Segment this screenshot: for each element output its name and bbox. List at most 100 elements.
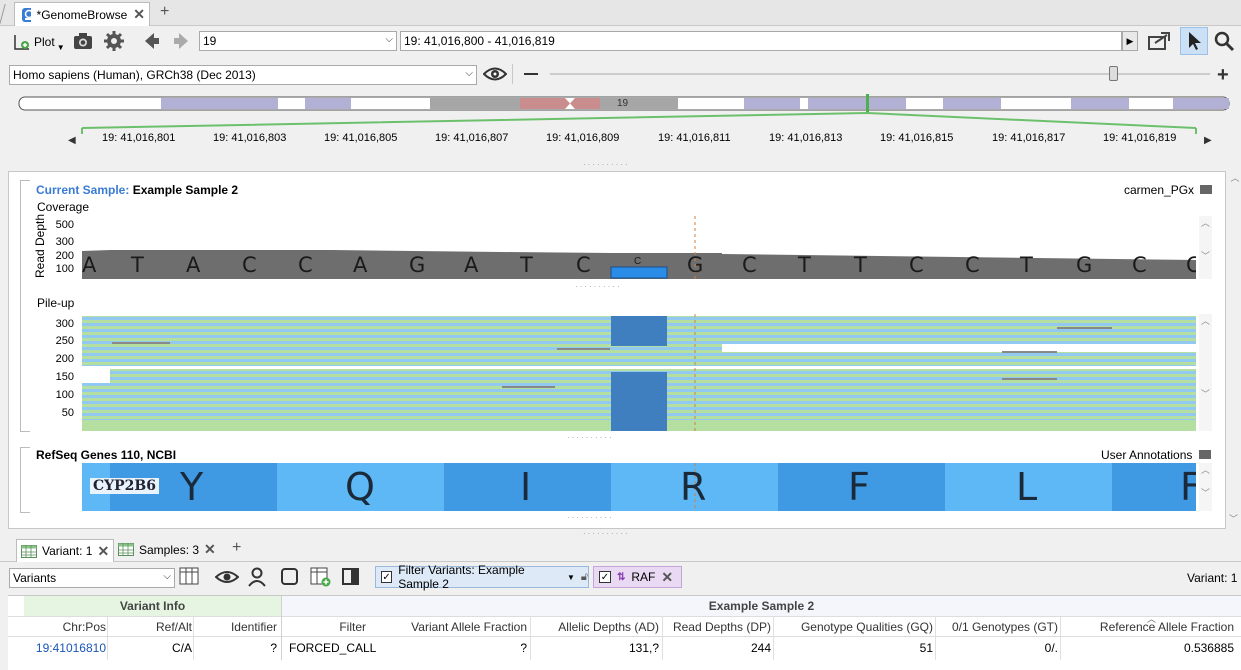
pileup-ytick: 200: [55, 353, 74, 365]
folder-icon[interactable]: [1198, 450, 1211, 459]
panel-toggle-icon[interactable]: [341, 567, 361, 587]
ruler-splitter[interactable]: ··········: [583, 160, 630, 169]
cell-gq: 51: [919, 641, 933, 655]
selection-box-icon[interactable]: [280, 567, 302, 587]
close-tab-icon[interactable]: ✕: [204, 541, 216, 558]
amino-acid: L: [1016, 465, 1038, 509]
zoom-in-plus-icon[interactable]: +: [1217, 64, 1229, 87]
go-button[interactable]: ▶: [1122, 31, 1138, 51]
tab-title: *GenomeBrowse: [36, 7, 128, 22]
add-track-icon: [14, 35, 29, 50]
export-icon[interactable]: [1147, 30, 1171, 52]
raf-checkbox[interactable]: ✓: [599, 571, 611, 583]
user-icon[interactable]: [248, 567, 270, 587]
col-header-raf[interactable]: Reference Allele Fraction: [1062, 620, 1234, 634]
column-divider: [530, 616, 531, 660]
scroll-left-icon[interactable]: ◀: [68, 135, 76, 146]
ruler-tick: 19: 41,016,809: [546, 132, 620, 144]
document-tabbar: *GenomeBrowse ✕ +: [0, 0, 1241, 26]
remove-filter-icon[interactable]: ✕: [661, 569, 673, 586]
pileup-scrollbar[interactable]: ︿ ﹀: [1199, 314, 1212, 431]
gene-track-bracket[interactable]: [20, 447, 30, 513]
variants-select-value: Variants: [13, 571, 57, 585]
new-table-tab-plus-icon[interactable]: +: [232, 539, 241, 557]
main-toolbar: Plot ▼ 19 ⌵ 19: 41,016,800 - 41,016,819 …: [0, 27, 1241, 57]
coverage-ytick: 300: [55, 236, 74, 248]
back-arrow-icon[interactable]: [140, 30, 162, 52]
col-header-vaf[interactable]: Variant Allele Fraction: [370, 620, 527, 634]
base-letter: T: [1020, 253, 1033, 277]
close-tab-icon[interactable]: ✕: [133, 6, 145, 23]
zoom-slider-thumb[interactable]: [1109, 66, 1118, 81]
gene-track-title: RefSeq Genes 110, NCBI: [36, 448, 177, 462]
group-header-sample[interactable]: Example Sample 2: [282, 596, 1241, 616]
new-tab-plus-icon[interactable]: +: [160, 3, 169, 21]
col-header-gq[interactable]: Genotype Qualities (GQ): [775, 620, 933, 634]
plot-button[interactable]: Plot ▼: [12, 30, 65, 54]
col-header-ad[interactable]: Allelic Depths (AD): [531, 620, 659, 634]
eye-icon[interactable]: [483, 65, 507, 83]
base-letter: T: [520, 253, 533, 277]
scroll-right-icon[interactable]: ▶: [1204, 135, 1212, 146]
zoom-out-minus-icon[interactable]: [524, 73, 538, 75]
unlock-icon[interactable]: 🔓︎: [581, 571, 588, 584]
genome-value: Homo sapiens (Human), GRCh38 (Dec 2013): [13, 68, 256, 82]
location-input[interactable]: 19: 41,016,800 - 41,016,819: [400, 31, 1122, 51]
gene-splitter[interactable]: ··········: [567, 513, 614, 522]
pileup-ytick: 100: [55, 389, 74, 401]
cell-chr-pos-link[interactable]: 19:41016810: [8, 641, 106, 655]
track-panel-scrollbar[interactable]: ︿: [1229, 171, 1241, 529]
coverage-scrollbar[interactable]: ︿ ﹀: [1199, 216, 1212, 279]
base-letter: C: [1186, 253, 1196, 277]
raf-filter-chip[interactable]: ✓ ⇅ RAF ✕: [593, 566, 682, 588]
gear-icon[interactable]: [103, 30, 125, 52]
pileup-ytick: 150: [55, 371, 74, 383]
group-header-variant-info[interactable]: Variant Info: [24, 596, 281, 616]
base-letter: C: [909, 253, 924, 277]
ruler-tick: 19: 41,016,817: [992, 132, 1066, 144]
search-icon[interactable]: [1213, 30, 1235, 52]
filter-variants-chip[interactable]: ✓ Filter Variants: Example Sample 2 ▼ 🔓︎: [375, 563, 589, 591]
ruler-tick: 19: 41,016,815: [880, 132, 954, 144]
pileup-plot[interactable]: [82, 314, 1196, 431]
col-header-dp[interactable]: Read Depths (DP): [663, 620, 771, 634]
base-letter: T: [131, 253, 144, 277]
sample-source: carmen_PGx: [1124, 183, 1213, 197]
col-header-ref-alt[interactable]: Ref/Alt: [110, 620, 192, 634]
chromosome-select[interactable]: 19 ⌵: [199, 31, 397, 51]
base-letter: C: [742, 253, 757, 277]
sample-track-bracket[interactable]: [20, 180, 30, 432]
col-header-gt[interactable]: 0/1 Genotypes (GT): [937, 620, 1058, 634]
filter-checkbox[interactable]: ✓: [381, 571, 393, 583]
column-divider: [281, 596, 282, 660]
cell-vaf: ?: [520, 641, 527, 655]
col-header-filter[interactable]: Filter: [282, 620, 366, 634]
base-letter: C: [1132, 253, 1147, 277]
column-divider: [773, 616, 774, 660]
user-annotations: User Annotations: [1101, 448, 1211, 462]
add-column-icon[interactable]: [310, 567, 332, 587]
coverage-splitter[interactable]: ··········: [575, 282, 622, 291]
main-splitter[interactable]: ··········: [583, 529, 630, 538]
forward-arrow-icon[interactable]: [171, 30, 193, 52]
tab-genomebrowse[interactable]: *GenomeBrowse ✕: [14, 2, 150, 26]
tab-samples[interactable]: Samples: 3 ✕: [118, 541, 216, 558]
pileup-splitter[interactable]: ··········: [567, 433, 614, 442]
chevron-down-icon[interactable]: ﹀: [1229, 512, 1238, 525]
close-tab-icon[interactable]: ✕: [97, 543, 109, 560]
base-letter: C: [576, 253, 591, 277]
col-header-identifier[interactable]: Identifier: [196, 620, 277, 634]
filter-dropdown-icon[interactable]: ▼: [567, 573, 575, 582]
camera-icon[interactable]: [73, 32, 93, 50]
pointer-tool-button[interactable]: [1180, 27, 1208, 55]
eye-icon[interactable]: [215, 569, 239, 585]
genome-select[interactable]: Homo sapiens (Human), GRCh38 (Dec 2013) …: [9, 65, 477, 85]
variants-select[interactable]: Variants ⌵: [9, 568, 175, 588]
pileup-ytick: 50: [61, 407, 74, 419]
column-chooser-icon[interactable]: [179, 567, 201, 587]
table-icon: [118, 543, 134, 556]
folder-icon[interactable]: [1200, 185, 1213, 194]
gene-scrollbar[interactable]: ︿ ﹀: [1199, 463, 1212, 511]
col-header-chr-pos[interactable]: Chr:Pos: [8, 620, 106, 634]
tab-variants[interactable]: Variant: 1 ✕: [16, 539, 114, 562]
